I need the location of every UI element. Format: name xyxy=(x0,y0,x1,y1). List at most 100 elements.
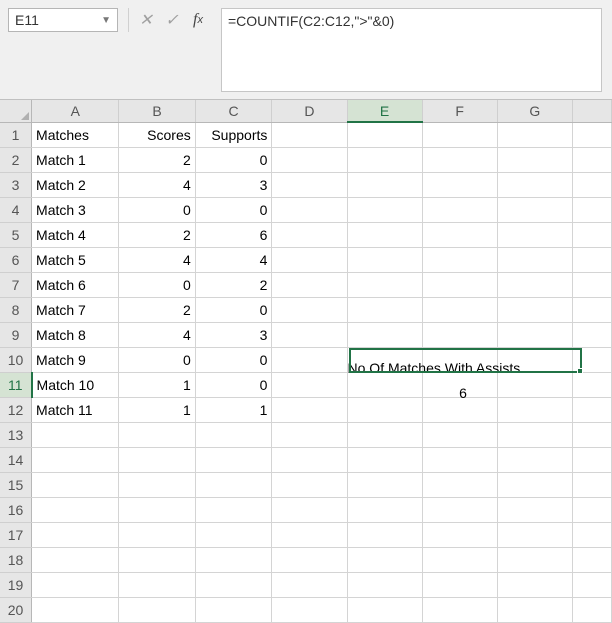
cell-A3[interactable]: Match 2 xyxy=(32,172,119,197)
cell-G2[interactable] xyxy=(497,147,572,172)
cell-B11[interactable]: 1 xyxy=(119,372,195,397)
cell-A11[interactable]: Match 10 xyxy=(32,372,119,397)
cell-G6[interactable] xyxy=(497,247,572,272)
cell-D12[interactable] xyxy=(272,397,347,422)
cell-B16[interactable] xyxy=(119,497,195,522)
cell-B17[interactable] xyxy=(119,522,195,547)
cell-C18[interactable] xyxy=(195,547,272,572)
select-all-corner[interactable] xyxy=(0,100,32,122)
cell-B14[interactable] xyxy=(119,447,195,472)
cell-A18[interactable] xyxy=(32,547,119,572)
sheet-grid[interactable]: ABCDEFG1MatchesScoresSupports2Match 1203… xyxy=(0,100,612,623)
cell-D9[interactable] xyxy=(272,322,347,347)
cell-F13[interactable] xyxy=(422,422,497,447)
cell-G4[interactable] xyxy=(497,197,572,222)
cell-C16[interactable] xyxy=(195,497,272,522)
cell-G16[interactable] xyxy=(497,497,572,522)
row-header-14[interactable]: 14 xyxy=(0,447,32,472)
cell-F6[interactable] xyxy=(422,247,497,272)
cell-B7[interactable]: 0 xyxy=(119,272,195,297)
cell-A12[interactable]: Match 11 xyxy=(32,397,119,422)
cell-A13[interactable] xyxy=(32,422,119,447)
cell-D3[interactable] xyxy=(272,172,347,197)
row-header-5[interactable]: 5 xyxy=(0,222,32,247)
cell-G5[interactable] xyxy=(497,222,572,247)
row-header-20[interactable]: 20 xyxy=(0,597,32,622)
cell-E13[interactable] xyxy=(347,422,422,447)
cell-D5[interactable] xyxy=(272,222,347,247)
cell-filler-5[interactable] xyxy=(572,222,611,247)
cell-G14[interactable] xyxy=(497,447,572,472)
cell-filler-9[interactable] xyxy=(572,322,611,347)
row-header-18[interactable]: 18 xyxy=(0,547,32,572)
cell-A17[interactable] xyxy=(32,522,119,547)
cell-filler-1[interactable] xyxy=(572,122,611,147)
cell-F14[interactable] xyxy=(422,447,497,472)
cell-E8[interactable] xyxy=(347,297,422,322)
cell-B6[interactable]: 4 xyxy=(119,247,195,272)
cell-C19[interactable] xyxy=(195,572,272,597)
cell-F5[interactable] xyxy=(422,222,497,247)
column-header-G[interactable]: G xyxy=(497,100,572,122)
cell-C6[interactable]: 4 xyxy=(195,247,272,272)
cell-F15[interactable] xyxy=(422,472,497,497)
cell-B13[interactable] xyxy=(119,422,195,447)
chevron-down-icon[interactable]: ▼ xyxy=(101,15,111,26)
cell-filler-17[interactable] xyxy=(572,522,611,547)
cell-E18[interactable] xyxy=(347,547,422,572)
cell-F2[interactable] xyxy=(422,147,497,172)
cell-F4[interactable] xyxy=(422,197,497,222)
cell-G19[interactable] xyxy=(497,572,572,597)
cell-E10[interactable]: No Of Matches With Assists xyxy=(347,347,422,372)
cell-C5[interactable]: 6 xyxy=(195,222,272,247)
cell-B15[interactable] xyxy=(119,472,195,497)
cell-C20[interactable] xyxy=(195,597,272,622)
cell-C3[interactable]: 3 xyxy=(195,172,272,197)
cell-filler-11[interactable] xyxy=(572,372,611,397)
cell-D19[interactable] xyxy=(272,572,347,597)
cell-A6[interactable]: Match 5 xyxy=(32,247,119,272)
cell-F16[interactable] xyxy=(422,497,497,522)
cancel-icon[interactable]: ✕ xyxy=(133,8,159,32)
name-box[interactable]: E11 ▼ xyxy=(8,8,118,32)
column-header-B[interactable]: B xyxy=(119,100,195,122)
row-header-4[interactable]: 4 xyxy=(0,197,32,222)
row-header-8[interactable]: 8 xyxy=(0,297,32,322)
cell-F12[interactable] xyxy=(422,397,497,422)
enter-icon[interactable]: ✓ xyxy=(159,8,185,32)
cell-filler-8[interactable] xyxy=(572,297,611,322)
row-header-17[interactable]: 17 xyxy=(0,522,32,547)
cell-F19[interactable] xyxy=(422,572,497,597)
cell-E9[interactable] xyxy=(347,322,422,347)
cell-D2[interactable] xyxy=(272,147,347,172)
cell-C12[interactable]: 1 xyxy=(195,397,272,422)
row-header-19[interactable]: 19 xyxy=(0,572,32,597)
cell-D10[interactable] xyxy=(272,347,347,372)
row-header-9[interactable]: 9 xyxy=(0,322,32,347)
cell-filler-15[interactable] xyxy=(572,472,611,497)
cell-G17[interactable] xyxy=(497,522,572,547)
cell-E17[interactable] xyxy=(347,522,422,547)
cell-F9[interactable] xyxy=(422,322,497,347)
cell-G11[interactable] xyxy=(497,372,572,397)
insert-function-icon[interactable]: fx xyxy=(185,8,211,32)
cell-A15[interactable] xyxy=(32,472,119,497)
cell-E19[interactable] xyxy=(347,572,422,597)
cell-G8[interactable] xyxy=(497,297,572,322)
cell-C1[interactable]: Supports xyxy=(195,122,272,147)
cell-F18[interactable] xyxy=(422,547,497,572)
cell-E7[interactable] xyxy=(347,272,422,297)
cell-C11[interactable]: 0 xyxy=(195,372,272,397)
cell-C4[interactable]: 0 xyxy=(195,197,272,222)
cell-C17[interactable] xyxy=(195,522,272,547)
cell-filler-18[interactable] xyxy=(572,547,611,572)
cell-F3[interactable] xyxy=(422,172,497,197)
row-header-7[interactable]: 7 xyxy=(0,272,32,297)
cell-B3[interactable]: 4 xyxy=(119,172,195,197)
row-header-16[interactable]: 16 xyxy=(0,497,32,522)
cell-C13[interactable] xyxy=(195,422,272,447)
formula-input-wrap[interactable]: =COUNTIF(C2:C12,">"&0) xyxy=(221,8,602,92)
cell-C2[interactable]: 0 xyxy=(195,147,272,172)
cell-A8[interactable]: Match 7 xyxy=(32,297,119,322)
cell-G18[interactable] xyxy=(497,547,572,572)
